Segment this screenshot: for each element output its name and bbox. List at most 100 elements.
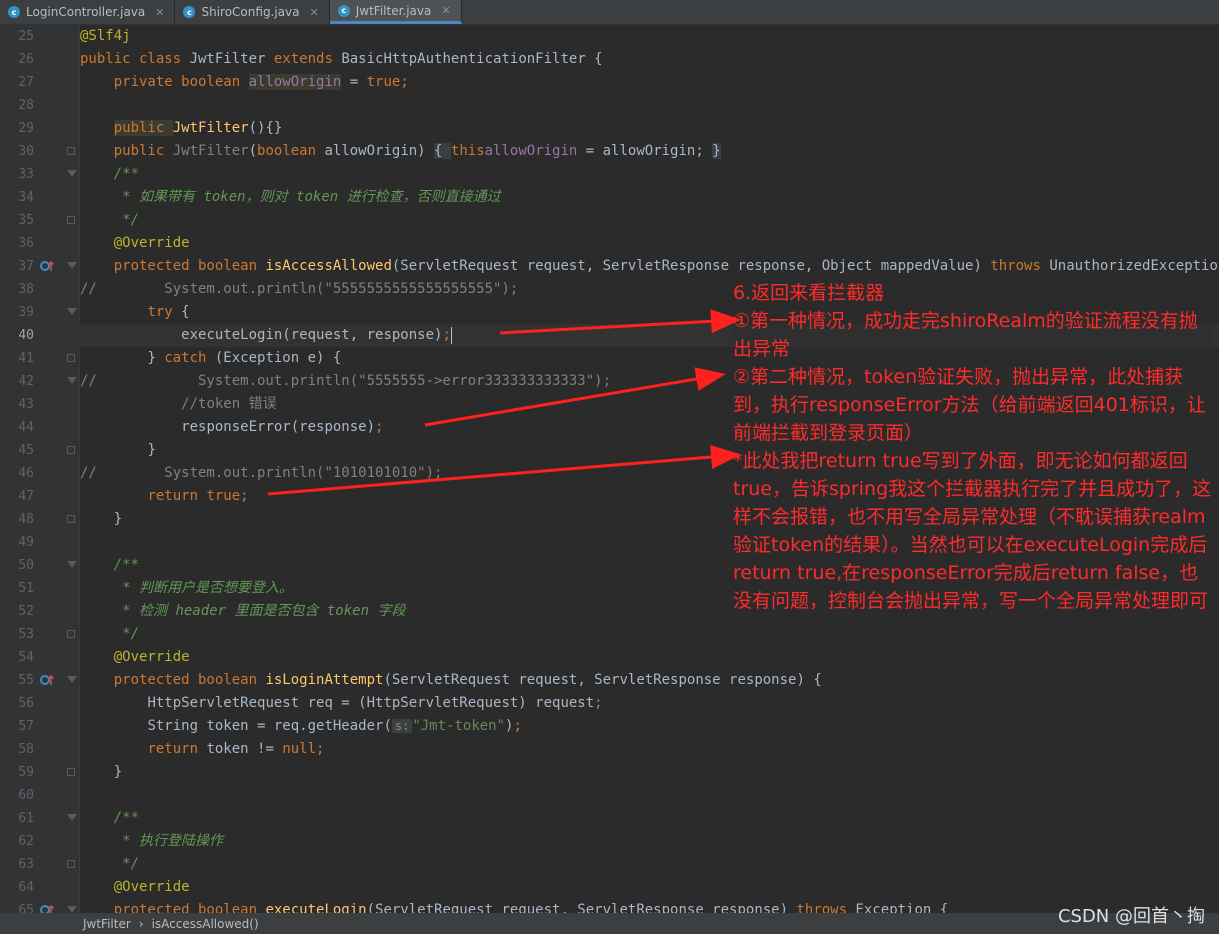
code-line: 64 @Override — [0, 876, 1219, 899]
line-number: 26 — [18, 52, 34, 67]
close-icon[interactable]: ✕ — [310, 6, 319, 19]
line-number: 64 — [18, 880, 34, 895]
method-name: isAccessAllowed — [265, 258, 392, 274]
line-number: 42 — [18, 374, 34, 389]
keyword: protected boolean — [113, 902, 266, 913]
keyword: true — [366, 74, 401, 90]
tab-shiro-config[interactable]: c ShiroConfig.java ✕ — [175, 0, 330, 24]
line-number: 59 — [18, 765, 34, 780]
field-name: allowOrigin — [248, 74, 342, 90]
code-line: 60 — [0, 784, 1219, 807]
fold-toggle-icon[interactable] — [67, 676, 77, 683]
fold-toggle-icon[interactable] — [67, 216, 75, 224]
fold-toggle-icon[interactable] — [67, 561, 77, 568]
line-number: 52 — [18, 604, 34, 619]
override-method-icon[interactable] — [39, 669, 55, 692]
text-caret — [450, 326, 452, 344]
line-number: 65 — [18, 903, 34, 913]
line-comment: //token 错误 — [181, 396, 277, 412]
keyword: public — [113, 143, 173, 159]
code-text: executeLogin(request, response) — [181, 327, 443, 343]
code-line: 61 /** — [0, 807, 1219, 830]
folded-brace[interactable]: } — [712, 143, 721, 159]
code-line: 26 public class JwtFilter extends BasicHt… — [0, 48, 1219, 71]
doc-comment: /** — [113, 810, 140, 826]
fold-toggle-icon[interactable] — [67, 446, 75, 454]
keyword: return — [147, 741, 207, 757]
fold-toggle-icon[interactable] — [67, 377, 77, 384]
line-number: 46 — [18, 466, 34, 481]
line-number: 62 — [18, 834, 34, 849]
fold-toggle-icon[interactable] — [67, 860, 75, 868]
note-heading: 6.返回来看拦截器 — [733, 282, 885, 304]
override-method-icon[interactable] — [39, 899, 55, 913]
doc-comment: */ — [113, 856, 140, 872]
doc-comment: header — [175, 603, 227, 619]
folded-brace[interactable]: { — [434, 143, 451, 159]
line-comment: // System.out.println("1010101010"); — [80, 465, 443, 481]
keyword: protected boolean — [113, 258, 266, 274]
class-c-icon: c — [337, 4, 350, 17]
code-text: token != — [206, 741, 283, 757]
code-text: } — [147, 442, 156, 458]
fold-toggle-icon[interactable] — [67, 515, 75, 523]
tab-jwt-filter[interactable]: c JwtFilter.java ✕ — [329, 0, 462, 24]
code-line: 62 * 执行登陆操作 — [0, 830, 1219, 853]
code-line: 54 @Override — [0, 646, 1219, 669]
tab-login-controller[interactable]: c LoginController.java ✕ — [0, 0, 176, 24]
fold-toggle-icon[interactable] — [67, 630, 75, 638]
doc-comment: */ — [113, 212, 140, 228]
doc-comment: * 如果带有 — [113, 189, 204, 205]
fold-toggle-icon[interactable] — [67, 170, 77, 177]
keyword: boolean — [257, 143, 325, 159]
line-number: 33 — [18, 167, 34, 182]
doc-comment: token — [203, 189, 246, 205]
fold-toggle-icon[interactable] — [67, 147, 75, 155]
line-number: 30 — [18, 144, 34, 159]
fold-toggle-icon[interactable] — [67, 814, 77, 821]
semicolon: ; — [513, 718, 522, 734]
line-number: 58 — [18, 742, 34, 757]
breadcrumb-class[interactable]: JwtFilter — [83, 917, 131, 931]
line-number: 43 — [18, 397, 34, 412]
fold-toggle-icon[interactable] — [67, 354, 75, 362]
breadcrumb-bar: JwtFilter › isAccessAllowed() — [0, 913, 1219, 934]
semicolon: ; — [442, 327, 451, 343]
fold-toggle-icon[interactable] — [67, 768, 75, 776]
code-text: (Exception e) { — [214, 350, 342, 366]
code-line: 65 protected boolean executeLogin(Servle… — [0, 899, 1219, 913]
class-name: JwtFilter — [189, 51, 274, 67]
code-line: 53 */ — [0, 623, 1219, 646]
line-number: 36 — [18, 236, 34, 251]
line-number: 39 — [18, 305, 34, 320]
line-comment: // System.out.println("5555555->error333… — [80, 373, 612, 389]
code-text: (ServletRequest request, ServletResponse… — [391, 258, 991, 274]
fold-toggle-icon[interactable] — [67, 906, 77, 913]
code-text: } — [113, 511, 123, 527]
code-line: 27 private boolean allowOrigin = true; — [0, 71, 1219, 94]
close-icon[interactable]: ✕ — [441, 4, 450, 17]
tab-label: JwtFilter.java — [355, 3, 432, 18]
close-icon[interactable]: ✕ — [155, 6, 164, 19]
method-name: executeLogin — [265, 902, 367, 913]
line-number: 27 — [18, 75, 34, 90]
semicolon: ; — [240, 488, 249, 504]
editor-tab-bar: c LoginController.java ✕ c ShiroConfig.j… — [0, 0, 1219, 25]
code-text: UnauthorizedException { — [1049, 258, 1219, 274]
doc-comment: * 执行登陆操作 — [113, 833, 224, 849]
breadcrumb-method[interactable]: isAccessAllowed() — [152, 917, 259, 931]
code-text: Exception { — [855, 902, 949, 913]
parameter-hint: s: — [391, 719, 413, 733]
line-number: 29 — [18, 121, 34, 136]
code-line: 29 public JwtFilter(){} — [0, 117, 1219, 140]
method-name: isLoginAttempt — [265, 672, 384, 688]
semicolon: ; — [316, 741, 325, 757]
doc-comment: */ — [113, 626, 140, 642]
fold-toggle-icon[interactable] — [67, 262, 77, 269]
override-method-icon[interactable] — [39, 255, 55, 278]
string-literal: "Jmt-token" — [412, 718, 506, 734]
code-text: = allowOrigin; — [577, 143, 713, 159]
line-number: 49 — [18, 535, 34, 550]
fold-toggle-icon[interactable] — [67, 308, 77, 315]
line-number: 50 — [18, 558, 34, 573]
